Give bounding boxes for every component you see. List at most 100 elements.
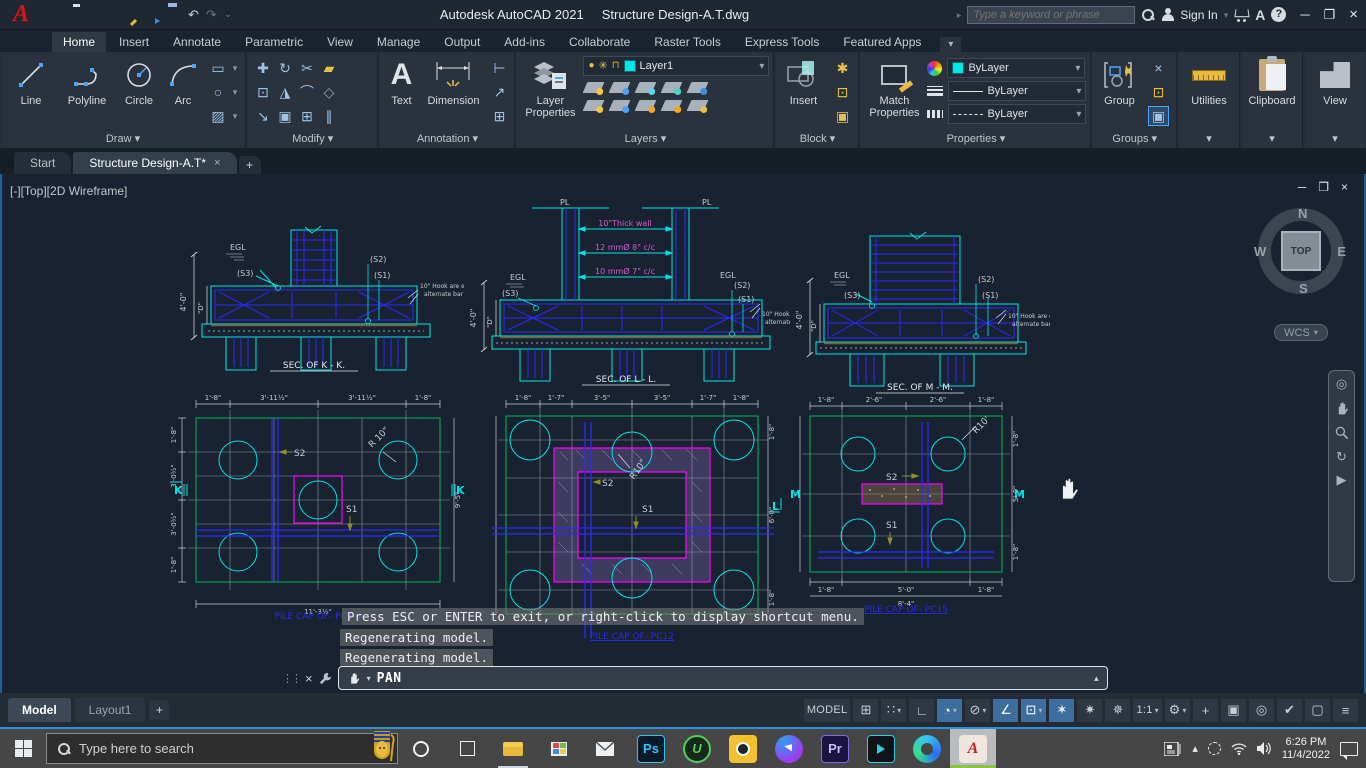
autoscale-toggle[interactable]: ✷: [1077, 699, 1102, 722]
pc12-title[interactable]: PILE CAP OF- PC12: [590, 632, 674, 642]
new-file-icon[interactable]: [50, 7, 66, 23]
showmotion-icon[interactable]: ▶: [1337, 473, 1347, 487]
layer-make-current-icon[interactable]: [687, 82, 709, 93]
viewcube-top-face[interactable]: TOP: [1281, 231, 1321, 271]
model-space-button[interactable]: MODEL: [804, 699, 851, 722]
tab-home[interactable]: Home: [52, 32, 106, 52]
action-center-icon[interactable]: [1340, 742, 1358, 756]
annotation-scale-value[interactable]: 1:1▾: [1133, 699, 1162, 722]
layer-freeze-icon[interactable]: [635, 82, 657, 93]
dwg-close-icon[interactable]: ×: [1341, 180, 1348, 194]
close-button[interactable]: ×: [1349, 6, 1358, 23]
scale-icon[interactable]: ▣: [278, 108, 291, 124]
table-icon[interactable]: ⊞: [494, 108, 506, 124]
layer-unisolate-icon[interactable]: [609, 100, 631, 111]
move-icon[interactable]: ✚: [257, 60, 269, 76]
tab-annotate[interactable]: Annotate: [162, 32, 232, 52]
tab-view[interactable]: View: [316, 32, 364, 52]
layer-select[interactable]: ● ✳ ⊓ Layer1 ▾: [583, 56, 769, 76]
ungroup-icon[interactable]: ×: [1154, 60, 1162, 76]
new-layout-button[interactable]: +: [149, 700, 169, 720]
steering-wheel-icon[interactable]: ◎: [1336, 377, 1347, 391]
pc15-title[interactable]: PILE CAP OF- PC15: [864, 605, 948, 614]
layer-color-swatch[interactable]: [624, 60, 636, 72]
layer-unlock-icon[interactable]: ⊓: [612, 58, 620, 74]
panel-view-label[interactable]: ▾: [1305, 130, 1365, 148]
rectangle-caret-icon[interactable]: ▾: [233, 60, 238, 76]
panel-clipboard-label[interactable]: ▾: [1242, 130, 1302, 148]
polyline-button[interactable]: Polyline: [61, 56, 113, 107]
layer-lock-icon[interactable]: [661, 82, 683, 93]
iobit-uninstaller-button[interactable]: U: [674, 729, 720, 768]
panel-utilities-label[interactable]: ▾: [1179, 130, 1239, 148]
premiere-button[interactable]: Pr: [812, 729, 858, 768]
panel-draw-label[interactable]: Draw ▾: [1, 130, 245, 148]
leader-icon[interactable]: ↗: [494, 84, 506, 100]
object-snap-tracking-toggle[interactable]: ∠: [993, 699, 1018, 722]
layer-on-icon[interactable]: ●: [588, 58, 594, 74]
linetype-select[interactable]: ByLayer▾: [948, 104, 1086, 124]
dwg-minimize-icon[interactable]: ─: [1298, 180, 1307, 194]
ribbon-display-toggle-icon[interactable]: ▾: [940, 37, 961, 52]
tab-output[interactable]: Output: [433, 32, 491, 52]
lineweight-icon[interactable]: [927, 86, 943, 96]
insert-button[interactable]: Insert: [780, 56, 826, 107]
group-selection-toggle-icon[interactable]: ▣: [1148, 106, 1169, 126]
app-store-cart-icon[interactable]: [1234, 7, 1249, 22]
zoom-tool-icon[interactable]: [1334, 425, 1350, 441]
match-properties-button[interactable]: Match Properties: [865, 56, 923, 119]
command-grip-handle[interactable]: ⋮⋮: [282, 672, 300, 685]
clean-screen-button[interactable]: ▢: [1305, 699, 1330, 722]
layer-off-icon[interactable]: [583, 82, 605, 93]
line-button[interactable]: Line: [5, 56, 57, 107]
wcs-dropdown[interactable]: WCS▾: [1274, 324, 1328, 341]
dim-linear-icon[interactable]: ⊢: [493, 60, 505, 76]
layout1-tab[interactable]: Layout1: [75, 698, 146, 722]
workspace-switch-gear[interactable]: ⚙▾: [1165, 699, 1190, 722]
ellipse-icon[interactable]: ○: [214, 84, 222, 100]
object-color-select[interactable]: ByLayer▾: [947, 58, 1085, 78]
compass-north[interactable]: N: [1298, 206, 1307, 221]
driver-booster-button[interactable]: [720, 729, 766, 768]
help-icon[interactable]: ?: [1271, 7, 1286, 22]
rotate-icon[interactable]: ↻: [279, 60, 291, 76]
command-input[interactable]: ▾ PAN ▴: [338, 666, 1108, 690]
wifi-icon[interactable]: [1231, 743, 1247, 755]
screen-recorder-button[interactable]: [858, 729, 904, 768]
hatch-caret-icon[interactable]: ▾: [233, 108, 238, 124]
fillet-icon[interactable]: ⌒: [300, 84, 314, 100]
command-customize-wrench-icon[interactable]: [318, 671, 333, 686]
dwg-restore-icon[interactable]: ❐: [1318, 180, 1329, 194]
utilities-button[interactable]: Utilities: [1183, 56, 1235, 107]
taskbar-clock[interactable]: 6:26 PM 11/4/2022: [1282, 736, 1330, 762]
annotation-visibility-toggle[interactable]: ✶: [1049, 699, 1074, 722]
keyword-search-input[interactable]: [967, 6, 1135, 24]
undo-icon[interactable]: ↶: [188, 7, 199, 23]
group-edit-icon[interactable]: ⊡: [1153, 84, 1165, 100]
lineweight-select[interactable]: ByLayer▾: [948, 81, 1086, 101]
layer-thaw-icon[interactable]: ✳: [599, 58, 608, 74]
panel-modify-label[interactable]: Modify ▾: [248, 130, 377, 148]
task-view-button[interactable]: [444, 729, 490, 768]
autocad-taskbar-button[interactable]: A: [950, 729, 996, 768]
compass-east[interactable]: E: [1337, 244, 1346, 259]
mail-button[interactable]: [582, 729, 628, 768]
panel-block-label[interactable]: Block ▾: [776, 130, 858, 148]
volume-icon[interactable]: [1257, 742, 1272, 755]
dimension-button[interactable]: Dimension: [422, 56, 484, 107]
file-tab-document[interactable]: Structure Design-A.T*×: [73, 152, 236, 174]
autodesk-app-icon[interactable]: A: [1255, 7, 1265, 23]
pan-tool-icon[interactable]: [1334, 400, 1350, 416]
qat-customize-icon[interactable]: ⌄: [224, 7, 232, 23]
plot-icon[interactable]: [165, 7, 181, 23]
file-tab-close-icon[interactable]: ×: [214, 157, 220, 169]
layer-properties-button[interactable]: Layer Properties: [521, 56, 579, 119]
dynamic-input-toggle[interactable]: ⊡▾: [1021, 699, 1046, 722]
tab-express-tools[interactable]: Express Tools: [734, 32, 830, 52]
layer-match-icon[interactable]: [687, 100, 709, 111]
customization-menu-button[interactable]: ≡: [1333, 699, 1358, 722]
redo-icon[interactable]: ↷: [206, 7, 217, 23]
file-tab-start[interactable]: Start: [14, 152, 71, 174]
hatch-icon[interactable]: ▨: [211, 108, 224, 124]
command-history-caret-icon[interactable]: ▴: [1094, 673, 1099, 684]
